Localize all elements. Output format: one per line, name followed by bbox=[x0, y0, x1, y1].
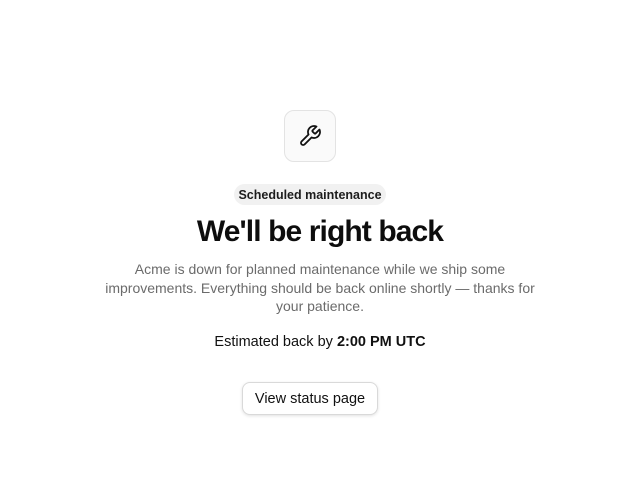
maintenance-page: Scheduled maintenance We'll be right bac… bbox=[0, 0, 640, 497]
page-description: Acme is down for planned maintenance whi… bbox=[105, 261, 535, 314]
estimate-time: 2:00 PM UTC bbox=[336, 334, 426, 350]
page-title: We'll be right back bbox=[196, 215, 444, 248]
estimate-prefix: Estimated back by bbox=[214, 334, 333, 350]
status-badge: Scheduled maintenance bbox=[234, 184, 386, 205]
estimated-return: Estimated back by 2:00 PM UTC bbox=[0, 334, 640, 350]
wrench-icon bbox=[300, 125, 321, 146]
view-status-page-button[interactable]: View status page bbox=[242, 382, 378, 415]
icon-container bbox=[284, 110, 336, 162]
